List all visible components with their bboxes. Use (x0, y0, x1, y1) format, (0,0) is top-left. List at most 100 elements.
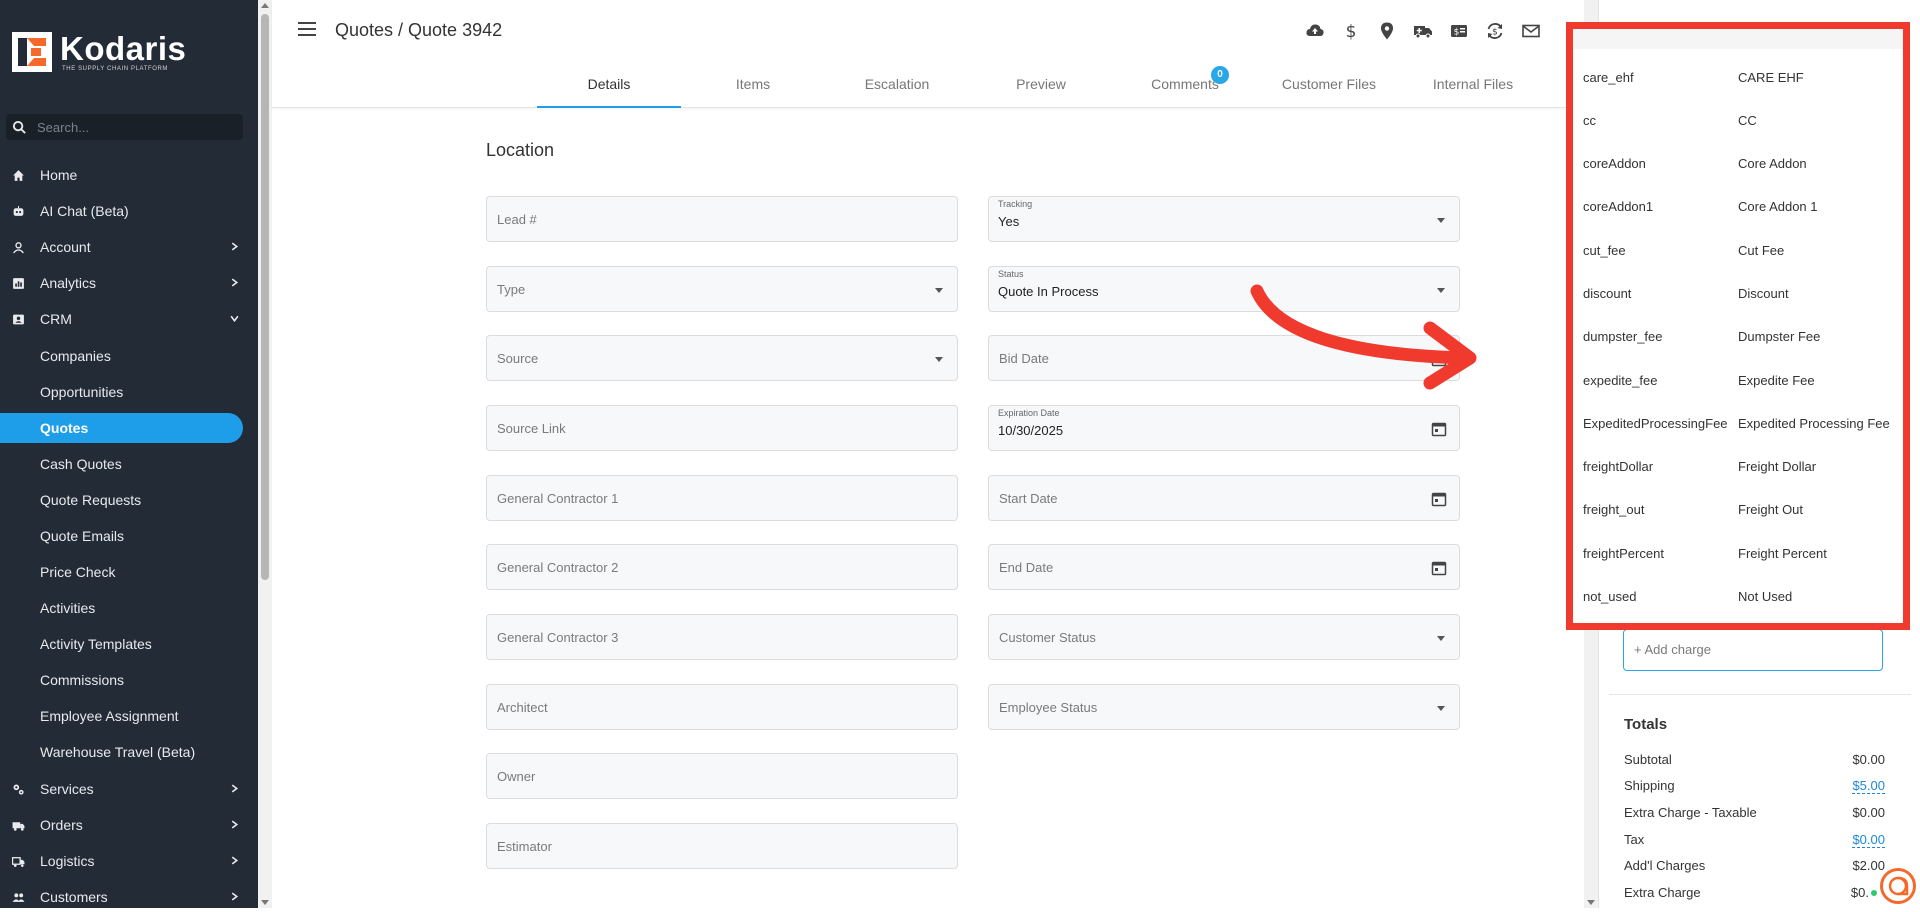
sidebar-item-services[interactable]: Services (0, 774, 258, 804)
tab-escalation[interactable]: Escalation (825, 70, 969, 108)
totals-row-extra-charge: Extra Charge $0. (1624, 883, 1869, 903)
sidebar-item-home[interactable]: Home (0, 160, 258, 190)
sidebar-item-label: Account (40, 239, 91, 255)
dropdown-caret-icon (1437, 636, 1445, 641)
expiration-date-field[interactable]: Expiration Date 10/30/2025 (988, 405, 1460, 451)
owner-field[interactable]: Owner (486, 753, 958, 799)
sidebar-item-employee-assignment[interactable]: Employee Assignment (0, 701, 258, 731)
hamburger-menu-icon[interactable] (298, 22, 316, 36)
calendar-icon[interactable] (1431, 491, 1447, 507)
logo-tagline: THE SUPPLY CHAIN PLATFORM (62, 66, 169, 72)
scroll-down-arrow-icon[interactable] (1587, 900, 1595, 905)
add-charge-field[interactable] (1623, 629, 1883, 671)
scroll-up-arrow-icon[interactable] (261, 3, 269, 8)
source-link-field[interactable]: Source Link (486, 405, 958, 451)
estimator-field[interactable]: Estimator (486, 823, 958, 869)
scroll-down-arrow-icon[interactable] (261, 900, 269, 905)
sidebar-item-commissions[interactable]: Commissions (0, 665, 258, 695)
ambulance-truck-icon[interactable] (1410, 18, 1436, 44)
general-contractor-1-field[interactable]: General Contractor 1 (486, 475, 958, 521)
tab-details[interactable]: Details (537, 70, 681, 108)
price-tag-icon[interactable]: $ (1446, 18, 1472, 44)
field-placeholder: End Date (999, 560, 1054, 575)
sidebar-item-account[interactable]: Account (0, 232, 258, 262)
tab-preview[interactable]: Preview (969, 70, 1113, 108)
general-contractor-3-field[interactable]: General Contractor 3 (486, 614, 958, 660)
dropdown-option[interactable]: coreAddon Core Addon (1573, 142, 1903, 185)
field-placeholder: General Contractor 3 (497, 630, 619, 645)
dropdown-option[interactable]: cut_fee Cut Fee (1573, 229, 1903, 272)
field-placeholder: Customer Status (999, 630, 1096, 645)
start-date-field[interactable]: Start Date (988, 475, 1460, 521)
end-date-field[interactable]: End Date (988, 544, 1460, 590)
sidebar-item-quote-requests[interactable]: Quote Requests (0, 485, 258, 515)
logo[interactable]: Kodaris THE SUPPLY CHAIN PLATFORM (12, 28, 212, 76)
sidebar-scrollbar[interactable] (258, 0, 272, 908)
sidebar-item-analytics[interactable]: Analytics (0, 268, 258, 298)
sidebar-item-activity-templates[interactable]: Activity Templates (0, 629, 258, 659)
sidebar-item-warehouse-travel[interactable]: Warehouse Travel (Beta) (0, 737, 258, 767)
calendar-icon[interactable] (1431, 560, 1447, 576)
type-select[interactable]: Type (486, 266, 958, 312)
location-pin-icon[interactable] (1374, 18, 1400, 44)
sidebar-item-orders[interactable]: Orders (0, 810, 258, 840)
field-value: Yes (998, 214, 1020, 229)
option-key: discount (1583, 286, 1632, 301)
sidebar-item-logistics[interactable]: Logistics (0, 846, 258, 876)
help-chat-icon[interactable] (1880, 868, 1916, 904)
sidebar-search[interactable] (6, 114, 243, 140)
currency-exchange-icon[interactable]: $ (1482, 18, 1508, 44)
tax-value-link[interactable]: $0.00 (1852, 832, 1885, 848)
sidebar-item-activities[interactable]: Activities (0, 593, 258, 623)
sidebar-item-price-check[interactable]: Price Check (0, 557, 258, 587)
sidebar-search-input[interactable] (37, 119, 227, 135)
customer-status-select[interactable]: Customer Status (988, 614, 1460, 660)
calendar-icon[interactable] (1431, 421, 1447, 437)
lead-number-field[interactable]: Lead # (486, 196, 958, 242)
sidebar-item-cash-quotes[interactable]: Cash Quotes (0, 449, 258, 479)
cloud-upload-icon[interactable] (1302, 18, 1328, 44)
general-contractor-2-field[interactable]: General Contractor 2 (486, 544, 958, 590)
totals-row-addl-charges: Add'l Charges $2.00 (1624, 856, 1885, 876)
dropdown-option[interactable]: coreAddon1 Core Addon 1 (1573, 185, 1903, 228)
dropdown-option[interactable]: freightPercent Freight Percent (1573, 532, 1903, 575)
sidebar-item-quotes[interactable]: Quotes (0, 413, 243, 443)
tracking-select[interactable]: Tracking Yes (988, 196, 1460, 242)
sidebar-item-label: AI Chat (Beta) (40, 203, 129, 219)
add-charge-input[interactable] (1634, 642, 1864, 657)
shipping-value-link[interactable]: $5.00 (1852, 778, 1885, 794)
tab-comments[interactable]: Comments 0 (1113, 66, 1257, 108)
tab-customer-files[interactable]: Customer Files (1257, 70, 1401, 108)
sidebar-item-opportunities[interactable]: Opportunities (0, 377, 258, 407)
dropdown-option[interactable]: freightDollar Freight Dollar (1573, 445, 1903, 488)
tab-items[interactable]: Items (681, 70, 825, 108)
dropdown-option[interactable]: expedite_fee Expedite Fee (1573, 359, 1903, 402)
totals-value: $0. (1850, 885, 1869, 900)
sidebar-item-quote-emails[interactable]: Quote Emails (0, 521, 258, 551)
charge-type-dropdown[interactable]: care_ehf CARE EHF cc CC coreAddon Core Addo… (1566, 22, 1910, 630)
sidebar-item-label: Analytics (40, 275, 97, 291)
totals-label: Add'l Charges (1624, 858, 1706, 873)
scrollbar-thumb[interactable] (261, 14, 269, 580)
dollar-icon[interactable]: $ (1338, 18, 1364, 44)
sidebar-item-ai-chat[interactable]: AI Chat (Beta) (0, 196, 258, 226)
option-key: freightPercent (1583, 546, 1664, 561)
dropdown-option[interactable]: dumpster_fee Dumpster Fee (1573, 315, 1903, 358)
sidebar-item-companies[interactable]: Companies (0, 341, 258, 371)
mail-icon[interactable] (1518, 18, 1544, 44)
sidebar-item-crm[interactable]: CRM (0, 304, 258, 334)
sidebar-item-label: Companies (40, 348, 111, 364)
dropdown-option[interactable]: cc CC (1573, 99, 1903, 142)
source-select[interactable]: Source (486, 335, 958, 381)
dropdown-option[interactable]: ExpeditedProcessingFee Expedited Processi… (1573, 402, 1903, 445)
dropdown-option[interactable]: discount Discount (1573, 272, 1903, 315)
dropdown-option[interactable]: care_ehf CARE EHF (1573, 56, 1903, 99)
architect-field[interactable]: Architect (486, 684, 958, 730)
employee-status-select[interactable]: Employee Status (988, 684, 1460, 730)
dropdown-option[interactable]: not_used Not Used (1573, 575, 1903, 618)
section-title: Location (486, 140, 555, 160)
logo-name: Kodaris (60, 30, 187, 67)
option-key: coreAddon1 (1583, 199, 1654, 214)
tab-internal-files[interactable]: Internal Files (1401, 70, 1545, 108)
dropdown-option[interactable]: freight_out Freight Out (1573, 488, 1903, 531)
